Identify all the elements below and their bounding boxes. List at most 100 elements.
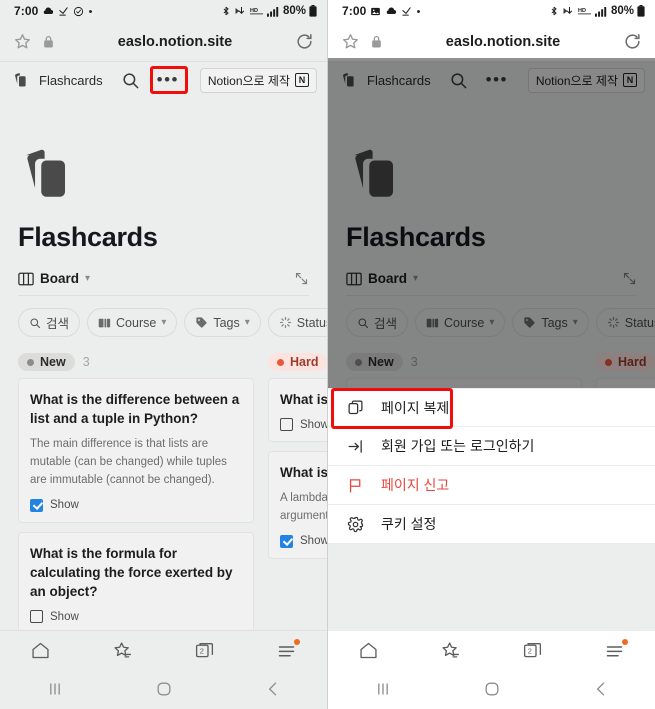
check-circle-icon <box>73 6 84 17</box>
status-bar-left: 7:00 <box>14 4 93 18</box>
home-circle-icon[interactable] <box>482 679 502 699</box>
recents-icon[interactable] <box>373 679 393 699</box>
more-options-highlight: ••• <box>149 66 188 94</box>
status-dot-icon <box>277 358 284 366</box>
more-options-icon[interactable]: ••• <box>153 69 183 91</box>
svg-text:2: 2 <box>200 646 204 655</box>
star-list-icon[interactable] <box>440 640 461 661</box>
download-complete-icon <box>401 6 412 17</box>
dot-icon <box>416 9 421 14</box>
star-list-icon[interactable] <box>112 640 133 661</box>
page-emoji-icon <box>18 144 309 206</box>
reload-icon[interactable] <box>623 32 642 51</box>
menu-item-label: 회원 가입 또는 로그인하기 <box>381 438 535 454</box>
system-nav-bar <box>328 669 655 709</box>
status-bar-right: HD 80% <box>221 5 317 17</box>
hd-icon: HD <box>577 6 592 16</box>
expand-icon[interactable] <box>294 271 309 286</box>
svg-text:HD: HD <box>250 8 258 14</box>
star-icon[interactable] <box>341 32 360 51</box>
search-icon[interactable] <box>121 71 140 90</box>
show-checkbox[interactable] <box>280 418 293 432</box>
url-text[interactable]: easlo.notion.site <box>393 34 613 50</box>
image-icon <box>370 6 381 17</box>
menu-item-duplicate-page[interactable]: 페이지 복제 <box>328 388 655 427</box>
filter-chip-tags[interactable]: Tags ▾ <box>184 308 261 337</box>
status-bar-left: 7:00 <box>342 4 421 18</box>
url-text[interactable]: easlo.notion.site <box>65 34 285 50</box>
column-header: Hard 3 <box>268 353 327 371</box>
filter-chip-status[interactable]: Status <box>267 308 327 337</box>
filter-bar: 검색 Course ▾ Tags ▾ Status <box>346 308 655 337</box>
menu-item-report-page[interactable]: 페이지 신고 <box>328 466 655 505</box>
board-card[interactable]: What is the statement Show <box>268 378 327 443</box>
home-circle-icon[interactable] <box>154 679 174 699</box>
notion-page-title: Flashcards <box>39 72 103 88</box>
menu-item-label: 페이지 복제 <box>381 399 450 416</box>
filter-chip-tags[interactable]: Tags ▾ <box>512 308 589 337</box>
screenshot-root: 7:00 HD 80% easlo.notion.site Flashcards… <box>0 0 655 709</box>
hamburger-menu-icon[interactable] <box>604 638 628 661</box>
lock-icon <box>370 34 383 49</box>
chevron-down-icon: ▾ <box>413 273 419 284</box>
dot-icon <box>88 9 93 14</box>
browser-nav-bar: 2 <box>0 630 327 709</box>
board-card[interactable]: What is a Python? A lambda fu function t… <box>268 451 327 559</box>
show-checkbox[interactable] <box>30 610 43 624</box>
status-label: New <box>40 355 66 369</box>
reload-icon[interactable] <box>295 32 314 51</box>
made-with-notion-button[interactable]: Notion으로 제작 N <box>199 67 317 93</box>
status-bar: 7:00 HD 80% <box>328 0 655 22</box>
wifi-transfer-icon <box>234 5 247 17</box>
flag-icon <box>346 477 365 494</box>
made-with-notion-label: Notion으로 제작 <box>535 73 618 88</box>
back-chevron-icon[interactable] <box>591 679 611 699</box>
card-answer: The main difference is that lists are mu… <box>30 438 227 486</box>
back-chevron-icon[interactable] <box>263 679 283 699</box>
filter-chip-course[interactable]: Course ▾ <box>87 308 178 337</box>
view-selector[interactable]: Board ▾ <box>18 271 90 286</box>
filter-chip-status[interactable]: Status <box>595 308 655 337</box>
card-show-row[interactable]: Show <box>30 498 242 512</box>
view-selector[interactable]: Board ▾ <box>346 271 418 286</box>
board-view-icon <box>346 272 362 286</box>
filter-chip-search[interactable]: 검색 <box>18 308 81 337</box>
flashcards-icon <box>12 71 31 90</box>
card-show-row[interactable]: Show <box>280 534 327 548</box>
filter-chip-course[interactable]: Course ▾ <box>415 308 506 337</box>
notion-top-bar: Flashcards ••• Notion으로 제작 N <box>0 62 327 98</box>
card-show-row[interactable]: Show <box>280 418 327 432</box>
filter-label: Course <box>116 315 157 330</box>
duplicate-page-icon <box>346 399 365 416</box>
board-column-hard: Hard 3 What is the statement Show What i… <box>268 353 327 643</box>
more-options-icon[interactable]: ••• <box>482 69 512 91</box>
notion-top-bar: Flashcards ••• Notion으로 제작 N <box>328 62 655 98</box>
board-card[interactable]: What is the difference between a list an… <box>18 378 254 523</box>
chevron-down-icon: ▾ <box>161 317 167 328</box>
show-checkbox[interactable] <box>30 498 43 512</box>
star-icon[interactable] <box>13 32 32 51</box>
menu-item-wrapper: 페이지 복제 <box>328 388 655 429</box>
made-with-notion-button[interactable]: Notion으로 제작 N <box>527 67 645 93</box>
svg-text:HD: HD <box>578 8 586 14</box>
expand-icon[interactable] <box>622 271 637 286</box>
menu-item-cookie-settings[interactable]: 쿠키 설정 <box>328 505 655 544</box>
filter-chip-search[interactable]: 검색 <box>346 308 409 337</box>
home-icon[interactable] <box>30 640 51 661</box>
card-show-row[interactable]: Show <box>30 610 242 624</box>
status-label: New <box>368 355 394 369</box>
board-card[interactable]: What is the formula for calculating the … <box>18 531 254 635</box>
filter-label: Status <box>296 315 327 330</box>
menu-item-signup-login[interactable]: 회원 가입 또는 로그인하기 <box>328 427 655 466</box>
login-icon <box>346 438 365 455</box>
tabs-icon[interactable]: 2 <box>522 640 543 661</box>
home-icon[interactable] <box>358 640 379 661</box>
right-phone-screen: 7:00 HD 80% easlo.notion.site Flashcards… <box>327 0 655 709</box>
show-checkbox[interactable] <box>280 534 293 548</box>
recents-icon[interactable] <box>45 679 65 699</box>
tabs-icon[interactable]: 2 <box>194 640 215 661</box>
hamburger-menu-icon[interactable] <box>276 638 300 661</box>
status-badge: New <box>18 353 75 371</box>
search-icon[interactable] <box>449 71 468 90</box>
page-emoji-icon <box>346 144 637 206</box>
